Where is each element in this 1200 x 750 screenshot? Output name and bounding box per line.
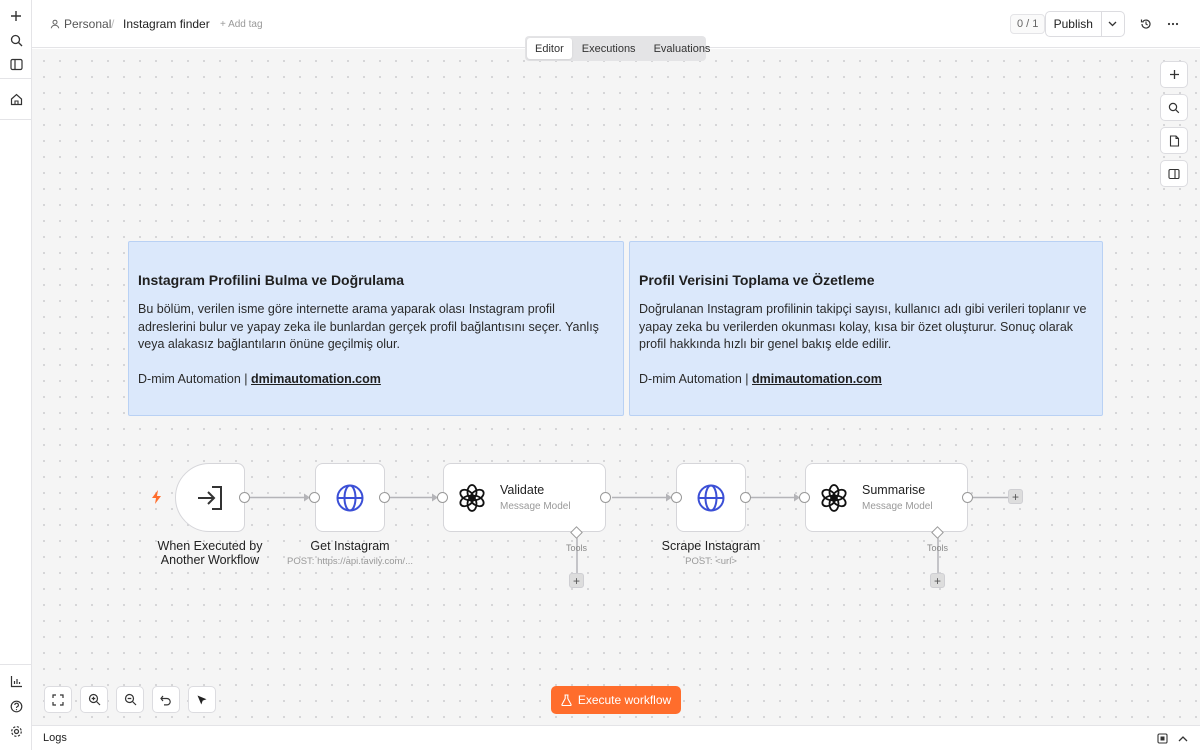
toggle-panel-button[interactable] — [1160, 160, 1188, 187]
node-scrape-instagram[interactable] — [676, 463, 746, 532]
sticky-note-body: Bu bölüm, verilen isme göre internette a… — [138, 302, 599, 351]
node-validate[interactable]: Validate Message Model — [443, 463, 606, 532]
node-get-instagram-label: Get Instagram — [310, 539, 390, 553]
sticky-note-find-profile[interactable]: Instagram Profilini Bulma ve Doğrulama B… — [128, 241, 624, 416]
footer-link[interactable]: dmimautomation.com — [251, 372, 381, 386]
side-panel-icon — [1168, 168, 1180, 179]
node-subtitle: Message Model — [500, 501, 571, 512]
node-summarise[interactable]: Summarise Message Model — [805, 463, 968, 532]
node-trigger-label: When Executed by Another Workflow — [150, 539, 270, 567]
label-line: Another Workflow — [160, 553, 260, 567]
cursor-icon — [197, 695, 207, 704]
globe-icon — [316, 464, 384, 532]
home-icon[interactable] — [4, 87, 28, 111]
tools-label: Tools — [566, 543, 588, 553]
node-trigger[interactable] — [175, 463, 245, 532]
breadcrumb-project[interactable]: Personal — [50, 0, 111, 48]
sticky-note-title: Instagram Profilini Bulma ve Doğrulama — [138, 272, 405, 288]
output-port[interactable] — [379, 492, 390, 503]
output-port[interactable] — [740, 492, 751, 503]
logs-popout-icon[interactable] — [1157, 733, 1168, 744]
execute-workflow-button[interactable]: Execute workflow — [551, 686, 681, 714]
zoom-in-icon — [88, 693, 100, 706]
search-nodes-button[interactable] — [1160, 94, 1188, 121]
output-port[interactable] — [962, 492, 973, 503]
add-sticky-note-button[interactable] — [1160, 127, 1188, 154]
history-icon[interactable] — [1134, 12, 1158, 36]
globe-icon — [677, 464, 745, 532]
add-icon[interactable] — [4, 4, 28, 28]
node-title: Validate — [500, 483, 545, 497]
selection-mode-button[interactable] — [188, 686, 216, 713]
view-tabs: Editor Executions Evaluations — [525, 36, 710, 61]
tab-executions[interactable]: Executions — [574, 38, 644, 59]
version-count-badge: 0 / 1 — [1010, 14, 1046, 34]
node-get-instagram-sublabel: POST: https://api.tavily.com/... — [286, 556, 413, 567]
undo-button[interactable] — [152, 686, 180, 713]
sticky-note-title: Profil Verisini Toplama ve Özetleme — [639, 272, 875, 288]
node-scrape-instagram-sublabel: POST: <url> — [685, 556, 737, 567]
tools-label: Tools — [927, 543, 949, 553]
zoom-in-button[interactable] — [80, 686, 108, 713]
add-tag-link[interactable]: + Add tag — [220, 0, 263, 48]
search-icon — [1168, 102, 1180, 113]
tab-editor[interactable]: Editor — [527, 38, 572, 59]
node-subtitle: Message Model — [862, 501, 933, 512]
node-text: Summarise Message Model — [862, 483, 933, 512]
openai-icon — [806, 464, 862, 532]
logs-expand-chevron-icon[interactable] — [1178, 736, 1188, 742]
sticky-note-collect-summarise[interactable]: Profil Verisini Toplama ve Özetleme Doğr… — [629, 241, 1103, 416]
add-tool-button[interactable]: + — [930, 573, 945, 588]
help-icon[interactable] — [4, 694, 28, 718]
fit-view-button[interactable] — [44, 686, 72, 713]
more-options-icon[interactable] — [1161, 12, 1185, 36]
insights-chart-icon[interactable] — [4, 669, 28, 693]
undo-icon — [160, 695, 171, 705]
node-text: Validate Message Model — [500, 483, 571, 512]
sticky-note-footer: D-mim Automation | dmimautomation.com — [138, 371, 381, 389]
input-port[interactable] — [799, 492, 810, 503]
note-icon — [1169, 134, 1179, 147]
footer-link[interactable]: dmimautomation.com — [752, 372, 882, 386]
input-port[interactable] — [671, 492, 682, 503]
output-port[interactable] — [239, 492, 250, 503]
label-line: When Executed by — [157, 539, 263, 553]
execute-label: Execute workflow — [577, 693, 672, 707]
sticky-note-body: Doğrulanan Instagram profilinin takipçi … — [639, 302, 1087, 351]
publish-dropdown-chevron-icon[interactable] — [1100, 12, 1124, 36]
search-icon[interactable] — [4, 28, 28, 52]
sticky-note-footer: D-mim Automation | dmimautomation.com — [639, 371, 882, 389]
add-next-node-button[interactable]: + — [1008, 489, 1023, 504]
output-port[interactable] — [600, 492, 611, 503]
logs-bar[interactable]: Logs — [32, 725, 1200, 750]
input-port[interactable] — [437, 492, 448, 503]
add-node-button[interactable] — [1160, 61, 1188, 88]
publish-button-group: Publish — [1045, 11, 1125, 37]
publish-button[interactable]: Publish — [1046, 12, 1101, 36]
left-sidebar — [0, 0, 32, 750]
project-name: Personal — [64, 17, 112, 31]
panel-toggle-icon[interactable] — [4, 52, 28, 76]
enter-arrow-icon — [176, 464, 244, 532]
zoom-out-icon — [124, 693, 136, 706]
logs-label: Logs — [43, 732, 67, 744]
flask-icon — [561, 694, 572, 706]
openai-icon — [444, 464, 500, 532]
node-get-instagram[interactable] — [315, 463, 385, 532]
tab-evaluations[interactable]: Evaluations — [646, 38, 719, 59]
input-port[interactable] — [309, 492, 320, 503]
workflow-name[interactable]: Instagram finder — [123, 0, 210, 48]
footer-prefix: D-mim Automation | — [138, 372, 252, 386]
plus-icon — [1169, 70, 1179, 79]
node-title: Summarise — [862, 483, 926, 497]
zoom-out-button[interactable] — [116, 686, 144, 713]
user-icon — [50, 19, 60, 29]
breadcrumb-separator: / — [111, 17, 115, 31]
trigger-bolt-icon — [152, 490, 161, 504]
node-scrape-instagram-label: Scrape Instagram — [661, 539, 761, 553]
add-tool-button[interactable]: + — [569, 573, 584, 588]
fit-view-icon — [52, 693, 64, 706]
footer-prefix: D-mim Automation | — [639, 372, 753, 386]
settings-gear-icon[interactable] — [4, 719, 28, 743]
